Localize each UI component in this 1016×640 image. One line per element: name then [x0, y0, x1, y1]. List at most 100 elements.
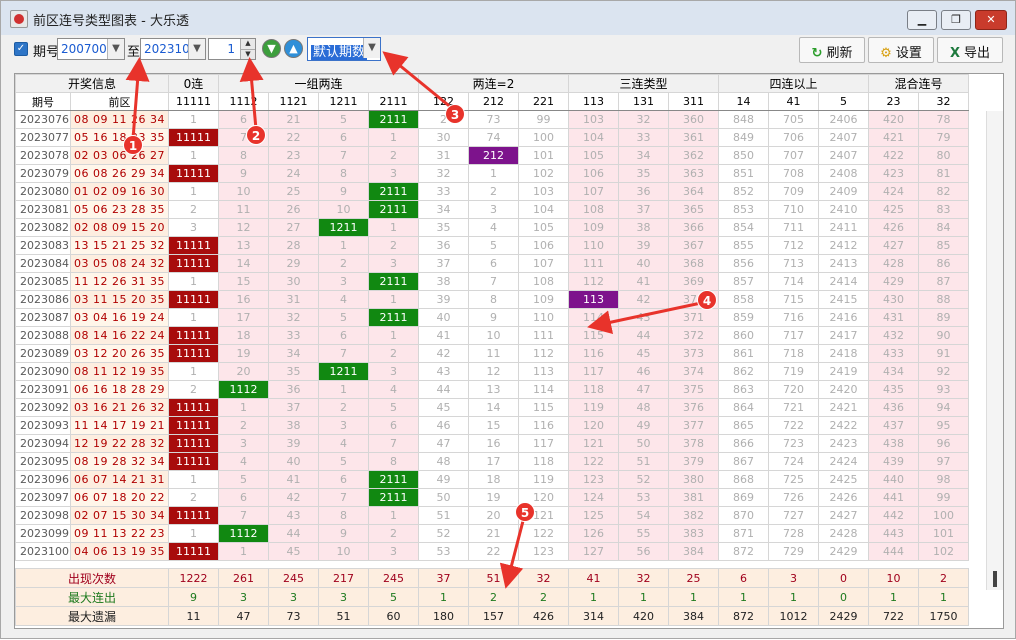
- miss-count-cell: 1: [168, 182, 219, 201]
- vertical-scrollbar[interactable]: [986, 111, 1003, 590]
- miss-count-cell: 32: [268, 308, 319, 327]
- miss-count-cell: 865: [718, 416, 769, 435]
- step-spinner[interactable]: 1 ▲ ▼: [208, 38, 256, 60]
- issue-cell: 2023085: [15, 272, 71, 291]
- issue-cell: 2023089: [15, 344, 71, 363]
- table-row: 2023085 11 12 26 31 35 1 15 30 3 2111 38 7 108 112…: [15, 272, 969, 291]
- stats-value: 1: [418, 587, 469, 607]
- front-numbers-cell: 06 07 18 20 22: [70, 488, 169, 507]
- maximize-button[interactable]: ❐: [941, 10, 971, 30]
- column-header[interactable]: 23: [868, 92, 919, 111]
- miss-count-cell: 110: [568, 236, 619, 255]
- column-header[interactable]: 131: [618, 92, 669, 111]
- spacer-cell: [369, 561, 419, 569]
- column-header[interactable]: 311: [668, 92, 719, 111]
- column-header[interactable]: 1112: [218, 92, 269, 111]
- stats-value: 245: [268, 568, 319, 588]
- miss-count-cell: 1: [318, 236, 369, 255]
- miss-count-cell: 46: [418, 416, 469, 435]
- miss-count-cell: 1: [168, 362, 219, 381]
- miss-count-cell: 2407: [818, 128, 869, 147]
- column-header[interactable]: 113: [568, 92, 619, 111]
- miss-count-cell: 860: [718, 326, 769, 345]
- issue-cell: 2023079: [15, 164, 71, 183]
- miss-count-cell: 84: [918, 218, 969, 237]
- miss-count-cell: 10: [468, 326, 519, 345]
- next-down-button[interactable]: ▼: [262, 39, 281, 58]
- miss-count-cell: 36: [618, 182, 669, 201]
- column-header[interactable]: 14: [718, 92, 769, 111]
- stats-value: 1: [568, 587, 619, 607]
- preset-combo[interactable]: 默认期数 ▼: [307, 37, 381, 61]
- miss-count-cell: 41: [268, 470, 319, 489]
- column-header[interactable]: 11111: [168, 92, 219, 111]
- refresh-button[interactable]: ↻ 刷新: [799, 37, 865, 63]
- column-header[interactable]: 5: [818, 92, 869, 111]
- export-button[interactable]: X 导出: [937, 37, 1003, 63]
- miss-count-cell: 857: [718, 272, 769, 291]
- settings-button[interactable]: ⚙ 设置: [868, 37, 934, 63]
- column-header[interactable]: 212: [468, 92, 519, 111]
- stats-label: 出现次数: [15, 568, 169, 588]
- miss-count-cell: 118: [518, 452, 569, 471]
- gear-icon: ⚙: [880, 46, 892, 61]
- miss-count-cell: 2: [218, 416, 269, 435]
- miss-count-cell: 381: [668, 488, 719, 507]
- miss-count-cell: 90: [918, 326, 969, 345]
- column-header[interactable]: 221: [518, 92, 569, 111]
- scrollbar-thumb[interactable]: [993, 571, 997, 587]
- stats-value: 1222: [168, 568, 219, 588]
- miss-count-cell: 421: [868, 128, 919, 147]
- miss-count-cell: 92: [918, 362, 969, 381]
- miss-count-cell: 35: [618, 164, 669, 183]
- column-header[interactable]: 41: [768, 92, 819, 111]
- miss-count-cell: 48: [418, 452, 469, 471]
- front-numbers-cell: 05 06 23 28 35: [70, 200, 169, 219]
- spin-up-icon[interactable]: ▲: [240, 39, 255, 49]
- front-numbers-cell: 08 19 28 32 34: [70, 452, 169, 471]
- miss-count-cell: 10: [218, 182, 269, 201]
- issue-checkbox[interactable]: ✓: [14, 42, 28, 56]
- column-header[interactable]: 期号: [15, 92, 71, 111]
- miss-count-cell: 6: [218, 488, 269, 507]
- front-numbers-cell: 05 16 18 23 35: [70, 128, 169, 147]
- miss-count-cell: 1: [368, 506, 419, 525]
- miss-count-cell: 112: [568, 272, 619, 291]
- miss-count-cell: 80: [918, 146, 969, 165]
- column-header[interactable]: 前区: [70, 92, 169, 111]
- miss-count-cell: 8: [468, 290, 519, 309]
- miss-count-cell: 379: [668, 452, 719, 471]
- minimize-button[interactable]: ▁: [907, 10, 937, 30]
- hit-cell: 11111: [168, 254, 219, 273]
- miss-count-cell: 717: [768, 326, 819, 345]
- miss-count-cell: 111: [518, 326, 569, 345]
- table-row: 2023088 08 14 16 22 24 11111 18 33 6 1 41 10 111 1…: [15, 326, 969, 345]
- column-header[interactable]: 1211: [318, 92, 369, 111]
- prev-up-button[interactable]: ▲: [284, 39, 303, 58]
- miss-count-cell: 37: [268, 398, 319, 417]
- main-window: 前区连号类型图表 - 大乐透 ▁ ❐ ✕ ✓ 期号 2007001 ▼ 至 202…: [0, 0, 1016, 639]
- miss-count-cell: 34: [418, 200, 469, 219]
- column-header[interactable]: 2111: [368, 92, 419, 111]
- from-issue-combo[interactable]: 2007001 ▼: [57, 38, 125, 60]
- close-button[interactable]: ✕: [975, 10, 1007, 30]
- table-row: 2023089 03 12 20 26 35 11111 19 34 7 2 42 11 112 1…: [15, 344, 969, 363]
- front-numbers-cell: 02 07 15 30 34: [70, 506, 169, 525]
- to-issue-combo[interactable]: 2023100 ▼: [140, 38, 206, 60]
- column-header[interactable]: 32: [918, 92, 969, 111]
- miss-count-cell: 3: [368, 542, 419, 561]
- spin-down-icon[interactable]: ▼: [240, 49, 255, 59]
- miss-count-cell: 2: [368, 236, 419, 255]
- front-numbers-cell: 09 11 13 22 23: [70, 524, 169, 543]
- stats-value: 25: [668, 568, 719, 588]
- column-header[interactable]: 1121: [268, 92, 319, 111]
- miss-count-cell: 2: [318, 398, 369, 417]
- stats-value: 1: [618, 587, 669, 607]
- hit-cell: 11111: [168, 542, 219, 561]
- miss-count-cell: 109: [568, 218, 619, 237]
- miss-count-cell: 871: [718, 524, 769, 543]
- miss-count-cell: 2414: [818, 272, 869, 291]
- miss-count-cell: 855: [718, 236, 769, 255]
- hit-cell: 2111: [368, 272, 419, 291]
- miss-count-cell: 53: [618, 488, 669, 507]
